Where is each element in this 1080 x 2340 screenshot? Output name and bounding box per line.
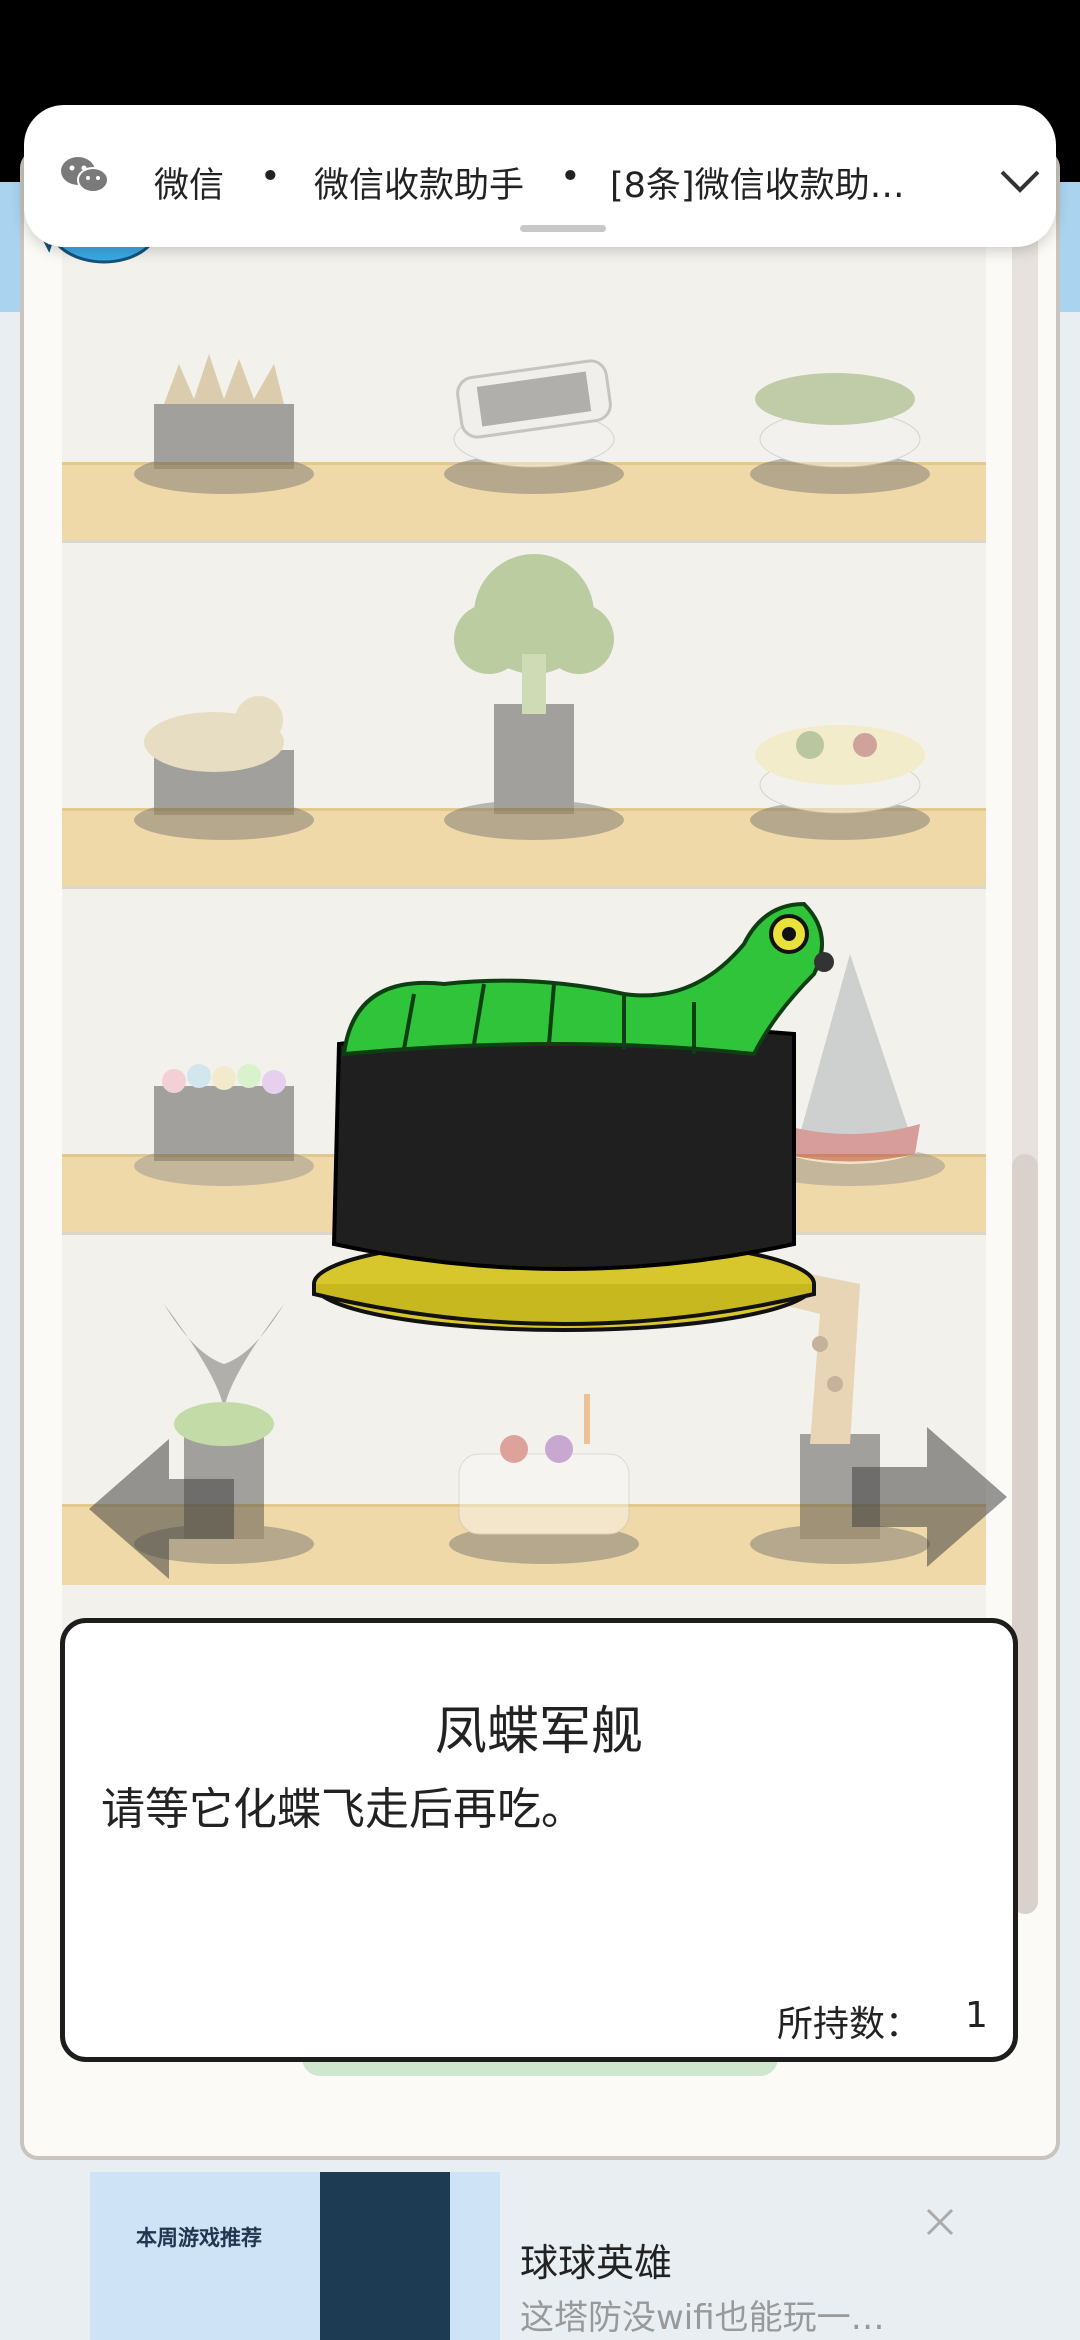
sushi-item-wasabi[interactable]: [740, 304, 940, 504]
notification-app-name: 微信: [154, 166, 225, 206]
notification-message: [8条]微信收款助…: [610, 166, 905, 206]
sushi-item-pizza[interactable]: [740, 650, 940, 850]
next-arrow-button[interactable]: [842, 1422, 1012, 1576]
owned-count-label: 所持数：: [777, 2004, 922, 2045]
sushi-item-seaweed-sprouts[interactable]: [124, 304, 324, 504]
notification-separator: •: [260, 157, 281, 197]
wechat-icon: [60, 155, 110, 204]
sushi-item-phone[interactable]: [434, 304, 634, 504]
drag-handle[interactable]: [520, 225, 606, 232]
ad-game-screenshot: [320, 2172, 450, 2340]
ad-image[interactable]: 本周游戏推荐: [90, 2172, 500, 2340]
notification-separator: •: [560, 157, 581, 197]
shelf-divider: [62, 540, 986, 543]
sushi-name: 凤蝶军舰: [434, 1702, 643, 1762]
notification-banner[interactable]: 微信 • 微信收款助手 • [8条]微信收款助…: [24, 105, 1056, 247]
sushi-item-broccoli[interactable]: [434, 544, 634, 850]
close-icon[interactable]: [920, 2202, 960, 2242]
selected-sushi-caterpillar[interactable]: [294, 884, 834, 1344]
sushi-description: 请等它化蝶飞走后再吃。: [101, 1784, 585, 1835]
sushi-info-dialog: 凤蝶军舰 请等它化蝶飞走后再吃。 所持数： 1: [60, 1618, 1018, 2062]
ad-banner[interactable]: 本周游戏推荐 球球英雄 这塔防没wifi也能玩一…: [90, 2172, 1080, 2340]
ad-subtitle: 这塔防没wifi也能玩一…: [520, 2298, 885, 2338]
ad-title: 球球英雄: [520, 2241, 673, 2285]
ad-promo-label: 本周游戏推荐: [136, 2226, 262, 2250]
sushi-item-cat[interactable]: [124, 650, 324, 850]
sushi-item-cake[interactable]: [434, 1354, 654, 1574]
notification-sender: 微信收款助手: [314, 166, 525, 206]
chevron-down-icon[interactable]: [998, 165, 1042, 205]
previous-arrow-button[interactable]: [84, 1434, 244, 1588]
owned-count-value: 1: [965, 1995, 988, 2036]
